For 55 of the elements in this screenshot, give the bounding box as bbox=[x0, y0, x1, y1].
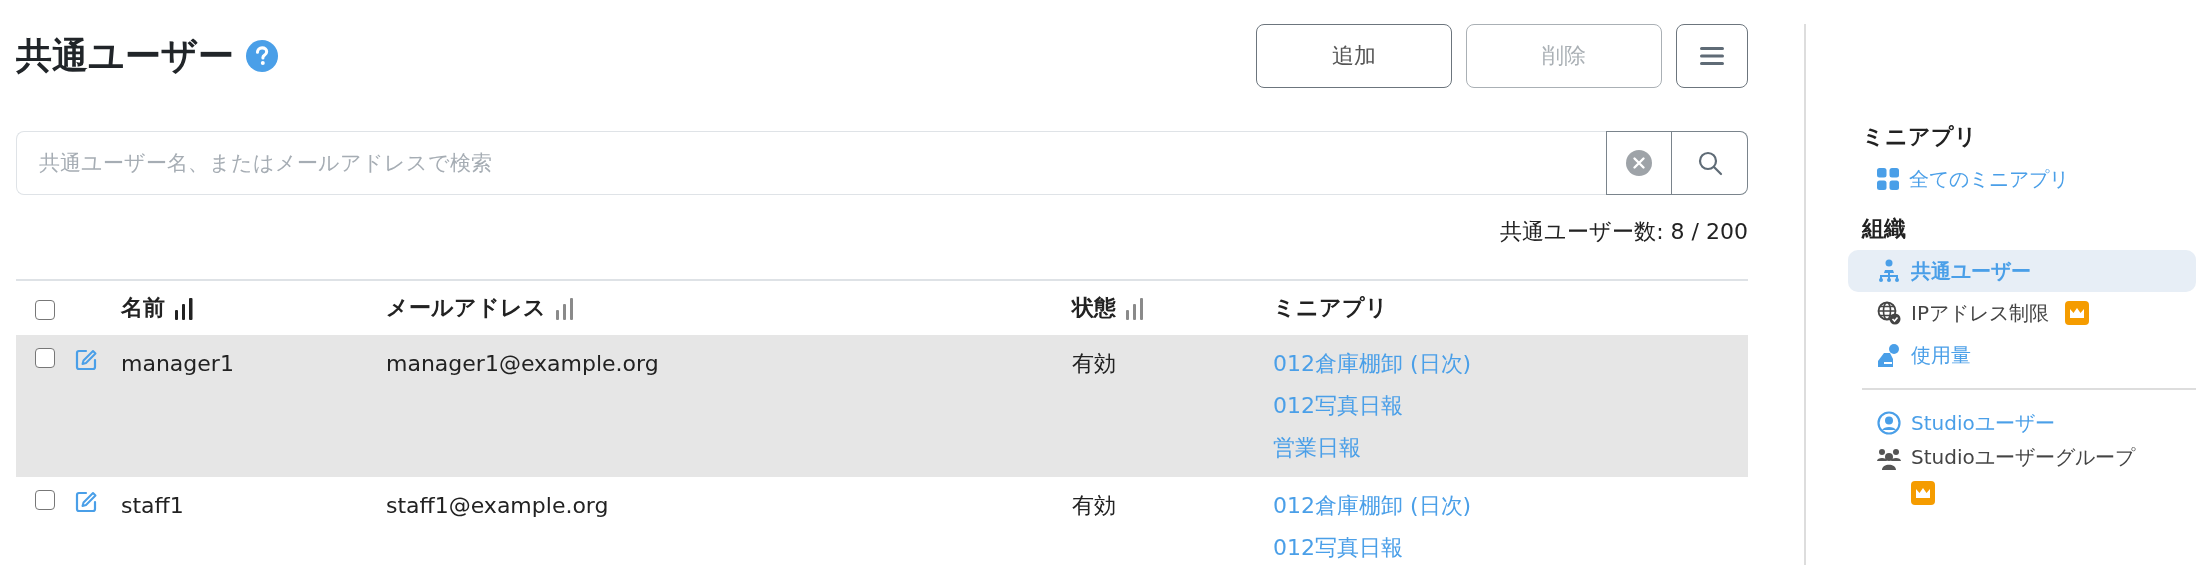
column-header: ミニアプリ bbox=[1273, 294, 1388, 322]
sidebar-label: IPアドレス制限 bbox=[1911, 299, 2049, 327]
checkbox[interactable] bbox=[35, 299, 55, 320]
sort-icon[interactable] bbox=[173, 296, 193, 320]
email-cell-text: manager1@example.org bbox=[386, 350, 659, 378]
menu-button[interactable] bbox=[1676, 24, 1748, 88]
sidebar-item[interactable]: Studioユーザーグループ bbox=[1848, 444, 2196, 505]
sidebar-item[interactable]: Studioユーザー bbox=[1848, 402, 2196, 444]
globe-check-icon bbox=[1877, 301, 1901, 325]
checkbox[interactable] bbox=[35, 490, 55, 510]
table-row[interactable]: staff1 staff1@example.org 有効 012倉庫棚卸 (日次) 012写真日報 bbox=[16, 477, 1748, 565]
sidebar-item[interactable]: IPアドレス制限 bbox=[1848, 292, 2196, 334]
status-cell-text: 有効 bbox=[1072, 350, 1116, 378]
search-button[interactable] bbox=[1672, 131, 1748, 195]
search-icon bbox=[1696, 150, 1723, 176]
miniapp-link[interactable]: 営業日報 bbox=[1273, 429, 1361, 467]
miniapp-link[interactable]: 012写真日報 bbox=[1273, 387, 1403, 425]
crown-icon bbox=[1911, 481, 1935, 505]
sidebar-heading: ミニアプリ bbox=[1862, 123, 1978, 151]
status-cell-text: 有効 bbox=[1072, 492, 1116, 520]
table-row[interactable]: manager1 manager1@example.org 有効 012倉庫棚卸 (日次) 012写真日報 営業日報 bbox=[16, 335, 1748, 477]
sidebar-item[interactable]: 全てのミニアプリ bbox=[1848, 158, 2196, 200]
toolbar-button[interactable]: 追加 bbox=[1256, 24, 1452, 88]
clear-icon bbox=[1626, 150, 1652, 176]
column-header[interactable]: 状態 bbox=[1072, 293, 1116, 323]
column-header[interactable]: メールアドレス bbox=[386, 293, 546, 323]
name-cell-text: staff1 bbox=[121, 492, 184, 520]
usage-icon bbox=[1877, 343, 1901, 367]
sidebar-label: 全てのミニアプリ bbox=[1909, 165, 2069, 193]
miniapp-link[interactable]: 012写真日報 bbox=[1273, 529, 1403, 565]
sidebar-item[interactable]: 共通ユーザー bbox=[1848, 250, 2196, 292]
edit-icon[interactable] bbox=[74, 490, 98, 514]
search-field[interactable]: 共通ユーザー名、またはメールアドレスで検索 bbox=[16, 131, 1606, 195]
sidebar-label: Studioユーザーグループ bbox=[1911, 444, 2135, 471]
grid-icon bbox=[1877, 168, 1899, 190]
miniapp-link[interactable]: 012倉庫棚卸 (日次) bbox=[1273, 345, 1472, 383]
email-cell-text: staff1@example.org bbox=[386, 492, 609, 520]
sidebar-label: 共通ユーザー bbox=[1911, 257, 2031, 285]
page-title: 共通ユーザー bbox=[16, 33, 234, 78]
sidebar-label: 使用量 bbox=[1911, 341, 1971, 369]
hierarchy-icon bbox=[1877, 259, 1901, 283]
miniapp-link[interactable]: 012倉庫棚卸 (日次) bbox=[1273, 487, 1472, 525]
name-cell-text: manager1 bbox=[121, 350, 234, 378]
clear-button[interactable] bbox=[1606, 131, 1672, 195]
menu-icon bbox=[1700, 46, 1724, 66]
sidebar-heading: 組織 bbox=[1862, 215, 1907, 243]
sidebar-item[interactable]: 使用量 bbox=[1848, 334, 2196, 376]
help-icon[interactable] bbox=[246, 40, 278, 72]
column-header[interactable]: 名前 bbox=[121, 293, 165, 323]
crown-icon bbox=[2064, 301, 2089, 325]
checkbox[interactable] bbox=[35, 348, 55, 368]
sidebar-label: Studioユーザー bbox=[1911, 409, 2055, 437]
user-circle-icon bbox=[1877, 411, 1901, 435]
edit-icon[interactable] bbox=[74, 348, 98, 372]
user-count: 共通ユーザー数: 8 / 200 bbox=[1500, 218, 1748, 246]
